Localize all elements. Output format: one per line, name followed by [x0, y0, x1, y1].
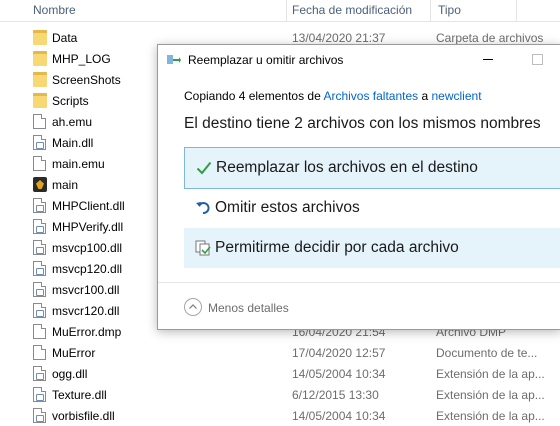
dll-file-icon — [33, 198, 46, 213]
file-type: Extensión de la ap... — [436, 409, 545, 423]
file-date: 14/05/2004 10:34 — [292, 409, 386, 423]
file-name: main — [52, 178, 79, 192]
column-header: Nombre Fecha de modificación Tipo — [0, 0, 560, 22]
file-name: vorbisfile.dll — [52, 409, 115, 423]
file-row[interactable]: Texture.dll 6/12/2015 13:30 Extensión de l… — [0, 384, 560, 405]
copy-summary: Copiando 4 elementos de Archivos faltant… — [184, 89, 482, 103]
file-name: msvcr100.dll — [52, 283, 120, 297]
column-divider[interactable] — [286, 0, 287, 21]
folder-icon — [33, 51, 47, 66]
footer-divider — [158, 282, 560, 283]
copy-files-icon — [167, 55, 181, 64]
less-details-label: Menos detalles — [208, 301, 289, 315]
file-name: Scripts — [52, 94, 89, 108]
file-name: msvcp120.dll — [52, 262, 123, 276]
column-divider[interactable] — [430, 0, 431, 21]
replace-files-label: Reemplazar los archivos en el destino — [216, 159, 478, 176]
decide-each-file-option[interactable]: Permitirme decidir por cada archivo — [184, 228, 560, 268]
file-date: 17/04/2020 12:57 — [292, 346, 386, 360]
file-name: ah.emu — [52, 115, 93, 129]
file-icon — [33, 345, 46, 360]
file-icon — [33, 114, 46, 129]
file-name: MHPVerify.dll — [52, 220, 124, 234]
skip-arrow-icon — [196, 202, 210, 214]
file-type: Documento de te... — [436, 346, 538, 360]
file-name: ScreenShots — [52, 73, 121, 87]
dll-file-icon — [33, 240, 46, 255]
file-name: MHPClient.dll — [52, 199, 125, 213]
destination-folder-link[interactable]: newclient — [432, 89, 482, 103]
file-name: Data — [52, 31, 78, 45]
file-type: Extensión de la ap... — [436, 367, 545, 381]
dll-file-icon — [33, 261, 46, 276]
column-name[interactable]: Nombre — [33, 3, 76, 17]
conflict-heading: El destino tiene 2 archivos con los mism… — [184, 115, 541, 132]
dll-file-icon — [33, 219, 46, 234]
chevron-up-icon — [184, 298, 202, 316]
dialog-titlebar[interactable]: Reemplazar u omitir archivos — [158, 45, 560, 75]
compare-files-icon — [195, 240, 211, 256]
folder-icon — [33, 93, 47, 108]
file-name: MuError — [52, 346, 96, 360]
dll-file-icon — [33, 366, 46, 381]
file-name: msvcr120.dll — [52, 304, 120, 318]
file-date: 6/12/2015 13:30 — [292, 388, 379, 402]
column-date[interactable]: Fecha de modificación — [292, 3, 412, 17]
file-row[interactable]: MuError 17/04/2020 12:57 Documento de te..… — [0, 342, 560, 363]
file-type: Extensión de la ap... — [436, 388, 545, 402]
source-folder-link[interactable]: Archivos faltantes — [323, 89, 418, 103]
file-row[interactable]: vorbisfile.dll 14/05/2004 10:34 Extensión … — [0, 405, 560, 426]
decide-each-file-label: Permitirme decidir por cada archivo — [215, 239, 459, 256]
dialog-title: Reemplazar u omitir archivos — [188, 53, 344, 67]
file-date: 14/05/2004 10:34 — [292, 367, 386, 381]
file-name: MHP_LOG — [52, 52, 111, 66]
file-type: Carpeta de archivos — [436, 31, 544, 45]
file-name: Texture.dll — [52, 388, 107, 402]
replace-or-skip-dialog: Reemplazar u omitir archivos Copiando 4 … — [157, 44, 560, 330]
file-name: msvcp100.dll — [52, 241, 123, 255]
file-name: Main.dll — [52, 136, 94, 150]
checkmark-icon — [196, 161, 212, 175]
file-name: MuError.dmp — [52, 325, 122, 339]
maximize-button[interactable] — [532, 54, 543, 65]
file-name: main.emu — [52, 157, 105, 171]
folder-icon — [33, 72, 47, 87]
minimize-button[interactable] — [483, 59, 493, 60]
copy-summary-prefix: Copiando 4 elementos de — [184, 89, 324, 103]
file-icon — [33, 156, 46, 171]
file-date: 13/04/2020 21:37 — [292, 31, 386, 45]
dll-file-icon — [33, 387, 46, 402]
app-exe-icon — [33, 177, 47, 192]
replace-files-option[interactable]: Reemplazar los archivos en el destino — [184, 147, 560, 189]
copy-summary-mid: a — [418, 89, 432, 103]
skip-files-label: Omitir estos archivos — [215, 199, 360, 216]
column-divider[interactable] — [516, 0, 517, 21]
dll-file-icon — [33, 408, 46, 423]
dll-file-icon — [33, 303, 46, 318]
skip-files-option[interactable]: Omitir estos archivos — [184, 188, 560, 228]
file-row[interactable]: ogg.dll 14/05/2004 10:34 Extensión de la a… — [0, 363, 560, 384]
dll-file-icon — [33, 135, 46, 150]
dll-file-icon — [33, 282, 46, 297]
file-name: ogg.dll — [52, 367, 88, 381]
file-icon — [33, 324, 46, 339]
column-type[interactable]: Tipo — [438, 3, 461, 17]
folder-icon — [33, 30, 47, 45]
